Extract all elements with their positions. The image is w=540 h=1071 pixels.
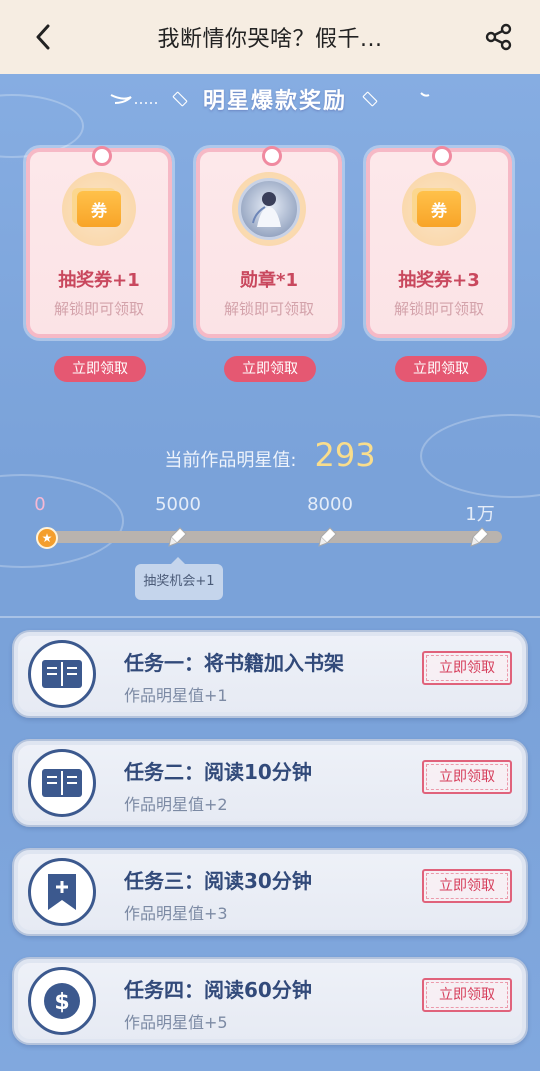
- task-card: $ 任务四：阅读60分钟 作品明星值+5 立即领取: [12, 957, 528, 1045]
- star-value-label: 当前作品明星值:: [164, 450, 297, 471]
- reward-card: 勋章*1 解锁即可领取: [196, 146, 342, 338]
- medal-icon: [238, 178, 300, 240]
- task-card: 任务二：阅读10分钟 作品明星值+2 立即领取: [12, 739, 528, 827]
- back-button[interactable]: [28, 20, 58, 54]
- bookmark-plus-icon: [28, 858, 96, 926]
- brush-icon: [470, 527, 489, 547]
- task-title: 任务二：阅读10分钟: [124, 760, 312, 784]
- milestone-label: 1万: [465, 504, 495, 525]
- milestone-label: 0: [34, 494, 46, 515]
- figure-icon: [252, 192, 281, 227]
- task-card: 任务三：阅读30分钟 作品明星值+3 立即领取: [12, 848, 528, 936]
- svg-text:$: $: [54, 990, 69, 1015]
- pin-icon: [262, 146, 282, 166]
- coupon-icon: 券: [77, 191, 121, 227]
- star-value: 293: [314, 436, 376, 474]
- chevron-left-icon: [36, 24, 50, 50]
- claim-button[interactable]: 立即领取: [224, 356, 316, 382]
- wave-decoration: [0, 474, 124, 568]
- pin-icon: [92, 146, 112, 166]
- milestone-label: 8000: [307, 494, 353, 515]
- reward-name: 抽奖券+3: [398, 270, 480, 291]
- claim-button[interactable]: 立即领取: [54, 356, 146, 382]
- reward-name: 勋章*1: [240, 270, 298, 291]
- task-reward: 作品明星值+1: [124, 686, 228, 705]
- pin-icon: [432, 146, 452, 166]
- star-icon: ★: [36, 527, 58, 549]
- section-title: 明星爆款奖励: [202, 89, 347, 114]
- divider: [0, 616, 540, 618]
- reward-status: 解锁即可领取: [53, 300, 144, 318]
- task-title: 任务三：阅读30分钟: [124, 869, 312, 893]
- reward-status: 解锁即可领取: [223, 300, 314, 318]
- reward-card: 券 抽奖券+1 解锁即可领取: [26, 146, 172, 338]
- task-title: 任务一：将书籍加入书架: [124, 651, 344, 675]
- reward-icon-frame: 券: [402, 172, 476, 246]
- star-value-row: 当前作品明星值: 293: [0, 436, 540, 474]
- brush-icon: [318, 527, 337, 547]
- milestone-label: 5000: [155, 494, 201, 515]
- reward-icon-frame: [232, 172, 306, 246]
- book-icon: [28, 749, 96, 817]
- book-icon: [28, 640, 96, 708]
- diamond-icon: [362, 91, 378, 107]
- task-claim-button[interactable]: 立即领取: [422, 978, 512, 1012]
- reward-icon-frame: 券: [62, 172, 136, 246]
- progress-track: [36, 531, 502, 543]
- main-content: 明星爆款奖励 券 抽奖券+1 解锁即可领取 立即领取 勋章*1 解锁即可领取 立…: [0, 74, 540, 1071]
- coupon-icon: 券: [417, 191, 461, 227]
- task-card: 任务一：将书籍加入书架 作品明星值+1 立即领取: [12, 630, 528, 718]
- tooltip-arrow: [171, 557, 185, 564]
- task-reward: 作品明星值+2: [124, 795, 228, 814]
- diamond-icon: [172, 91, 188, 107]
- section-heading: 明星爆款奖励: [0, 84, 540, 114]
- reward-status: 解锁即可领取: [393, 300, 484, 318]
- swallow-icon: [110, 94, 157, 104]
- task-reward: 作品明星值+5: [124, 1013, 228, 1032]
- task-claim-button[interactable]: 立即领取: [422, 869, 512, 903]
- task-reward: 作品明星值+3: [124, 904, 228, 923]
- task-claim-button[interactable]: 立即领取: [422, 760, 512, 794]
- brush-icon: [168, 527, 187, 547]
- share-button[interactable]: [484, 22, 514, 52]
- swallow-icon: [420, 92, 430, 97]
- task-title: 任务四：阅读60分钟: [124, 978, 312, 1002]
- claim-button[interactable]: 立即领取: [395, 356, 487, 382]
- dollar-icon: $: [28, 967, 96, 1035]
- reward-name: 抽奖券+1: [58, 270, 140, 291]
- milestone-tooltip: 抽奖机会+1: [135, 564, 223, 600]
- task-claim-button[interactable]: 立即领取: [422, 651, 512, 685]
- reward-card: 券 抽奖券+3 解锁即可领取: [366, 146, 512, 338]
- page-title: 我断情你哭啥？假千...: [157, 27, 383, 52]
- share-icon: [485, 23, 512, 51]
- top-bar: 我断情你哭啥？假千...: [0, 0, 540, 74]
